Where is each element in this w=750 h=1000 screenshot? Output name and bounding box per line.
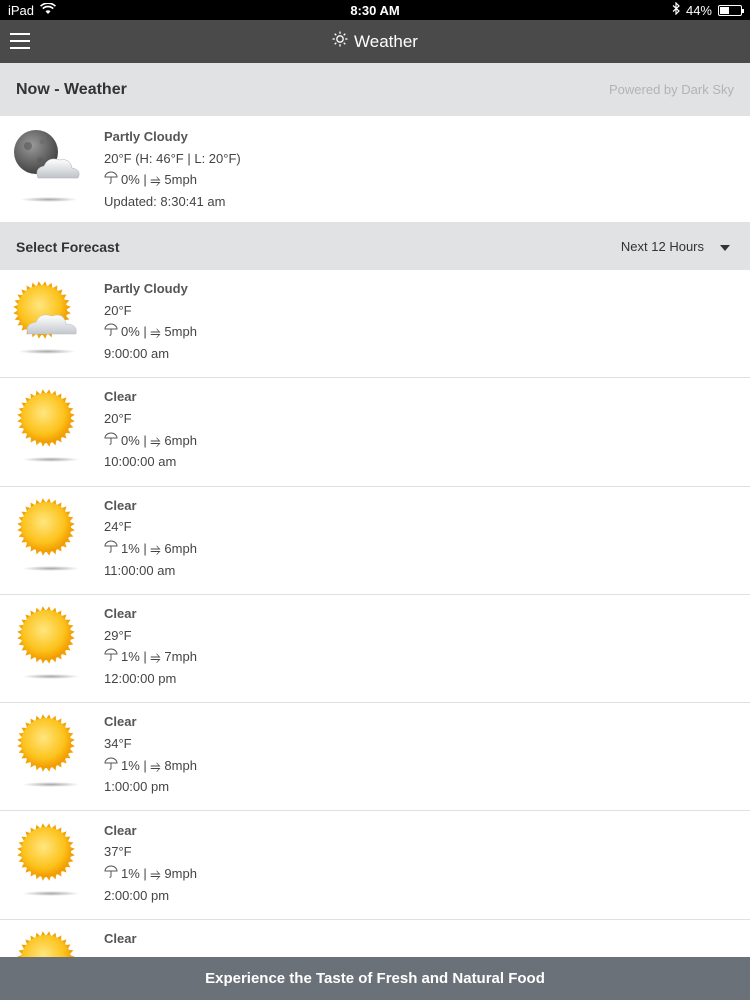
forecast-condition: Clear: [104, 822, 137, 838]
nav-bar: Weather: [0, 20, 750, 63]
forecast-temp: 34°F: [104, 735, 132, 751]
umbrella-icon: [104, 863, 118, 885]
forecast-time: 11:00:00 am: [104, 562, 176, 578]
forecast-details: Clear 34°F 1% | ⥤ 8mph 1:00:00 pm: [104, 711, 197, 798]
icon-shadow: [22, 890, 80, 896]
sun-icon: [10, 493, 88, 573]
current-precip-wind-text: 0% | ⥤ 5mph: [121, 172, 197, 188]
caret-down-icon: [720, 239, 730, 254]
powered-by-link[interactable]: Powered by Dark Sky: [609, 82, 734, 97]
umbrella-icon: [104, 169, 118, 191]
forecast-precip-wind: 0% | ⥤ 6mph: [104, 430, 197, 452]
forecast-precip-wind: 1% | ⥤ 9mph: [104, 863, 197, 885]
umbrella-icon: [104, 321, 118, 343]
forecast-precip-wind-text: 1% | ⥤ 7mph: [121, 649, 197, 665]
forecast-precip-wind: 0% | ⥤ 5mph: [104, 321, 197, 343]
forecast-time: 10:00:00 am: [104, 454, 177, 470]
bluetooth-icon: [672, 1, 680, 18]
page-title: Weather: [332, 31, 418, 52]
current-weather-details: Partly Cloudy 20°F (H: 46°F | L: 20°F) 0…: [104, 126, 241, 213]
forecast-condition: Partly Cloudy: [104, 281, 188, 296]
umbrella-icon: [104, 538, 118, 560]
forecast-temp: 29°F: [104, 627, 132, 643]
forecast-time: 2:00:00 pm: [104, 887, 170, 903]
forecast-precip-wind: 1% | ⥤ 7mph: [104, 646, 197, 668]
sun-icon: [10, 709, 88, 789]
forecast-precip-wind: 1% | ⥤ 8mph: [104, 755, 197, 777]
forecast-time: 1:00:00 pm: [104, 779, 170, 795]
forecast-range-select[interactable]: Next 12 Hours: [621, 239, 734, 254]
forecast-row: Clear 37°F 1% | ⥤ 9mph 2:00:00 pm: [0, 811, 750, 920]
current-weather-card: Partly Cloudy 20°F (H: 46°F | L: 20°F) 0…: [0, 116, 750, 223]
battery-percent: 44%: [685, 2, 712, 18]
clock: 8:30 AM: [350, 2, 400, 18]
forecast-row: Clear 34°F 1% | ⥤ 8mph 1:00:00 pm: [0, 703, 750, 812]
forecast-row: Clear 20°F 0% | ⥤ 6mph 10:00:00 am: [0, 378, 750, 487]
sun-icon: [10, 818, 88, 898]
forecast-precip-wind-text: 0% | ⥤ 6mph: [121, 432, 197, 448]
select-forecast-header: Select Forecast Next 12 Hours: [0, 223, 750, 270]
forecast-condition: Clear: [104, 605, 137, 621]
now-weather-header: Now - Weather Powered by Dark Sky: [0, 63, 750, 116]
forecast-details: Clear 29°F 1% | ⥤ 7mph 12:00:00 pm: [104, 603, 197, 690]
menu-icon[interactable]: [10, 33, 30, 49]
umbrella-icon: [104, 646, 118, 668]
forecast-row: Clear 29°F 1% | ⥤ 7mph 12:00:00 pm: [0, 594, 750, 704]
sun-icon: [10, 384, 88, 464]
forecast-precip-wind-text: 1% | ⥤ 9mph: [121, 865, 197, 881]
forecast-condition: Clear: [104, 389, 137, 405]
umbrella-icon: [104, 430, 118, 452]
current-precip-wind: 0% | ⥤ 5mph: [104, 169, 241, 191]
forecast-precip-wind-text: 1% | ⥤ 8mph: [121, 757, 197, 773]
icon-shadow: [22, 782, 80, 788]
forecast-details: Partly Cloudy 20°F 0% | ⥤ 5mph 9:00:00 a…: [104, 278, 197, 365]
umbrella-icon: [104, 755, 118, 777]
icon-shadow: [22, 565, 80, 571]
sun-icon: [10, 601, 88, 681]
wifi-icon: [40, 1, 57, 18]
icon-shadow: [22, 673, 80, 679]
current-temp: 20°F (H: 46°F | L: 20°F): [104, 150, 241, 166]
footer-banner[interactable]: Experience the Taste of Fresh and Natura…: [0, 957, 750, 1000]
sun-cloud-icon: [6, 276, 84, 356]
sun-outline-icon: [332, 31, 348, 52]
page-title-text: Weather: [354, 31, 418, 51]
forecast-time: 12:00:00 pm: [104, 671, 177, 686]
forecast-details: Clear 24°F 1% | ⥤ 6mph 11:00:00 am: [104, 495, 197, 582]
current-condition: Partly Cloudy: [104, 129, 188, 144]
forecast-time: 9:00:00 am: [104, 346, 170, 362]
forecast-precip-wind-text: 0% | ⥤ 5mph: [121, 324, 197, 340]
forecast-details: Clear 37°F 1% | ⥤ 9mph 2:00:00 pm: [104, 820, 197, 907]
forecast-details: Clear 20°F 0% | ⥤ 6mph 10:00:00 am: [104, 386, 197, 473]
forecast-temp: 20°F: [104, 411, 132, 426]
icon-shadow: [18, 349, 76, 354]
forecast-condition: Clear: [104, 714, 137, 730]
forecast-precip-wind: 1% | ⥤ 6mph: [104, 538, 197, 560]
icon-shadow: [20, 197, 78, 202]
icon-shadow: [22, 457, 80, 463]
forecast-condition: Clear: [104, 930, 137, 946]
forecast-condition: Clear: [104, 497, 137, 513]
battery-icon: [718, 4, 744, 16]
forecast-row: Partly Cloudy 20°F 0% | ⥤ 5mph 9:00:00 a…: [0, 270, 750, 379]
now-weather-title: Now - Weather: [16, 80, 127, 98]
forecast-precip-wind-text: 1% | ⥤ 6mph: [121, 541, 197, 556]
moon-cloud-icon: [8, 124, 86, 204]
select-forecast-title: Select Forecast: [16, 238, 120, 255]
forecast-temp: 37°F: [104, 844, 132, 860]
device-label: iPad: [8, 2, 35, 18]
forecast-temp: 24°F: [104, 519, 132, 535]
forecast-range-label: Next 12 Hours: [620, 239, 704, 254]
status-bar: iPad 8:30 AM 44%: [0, 0, 750, 20]
forecast-row: Clear 24°F 1% | ⥤ 6mph 11:00:00 am: [0, 486, 750, 595]
updated-time: Updated: 8:30:41 am: [104, 194, 226, 210]
forecast-temp: 20°F: [104, 302, 132, 318]
